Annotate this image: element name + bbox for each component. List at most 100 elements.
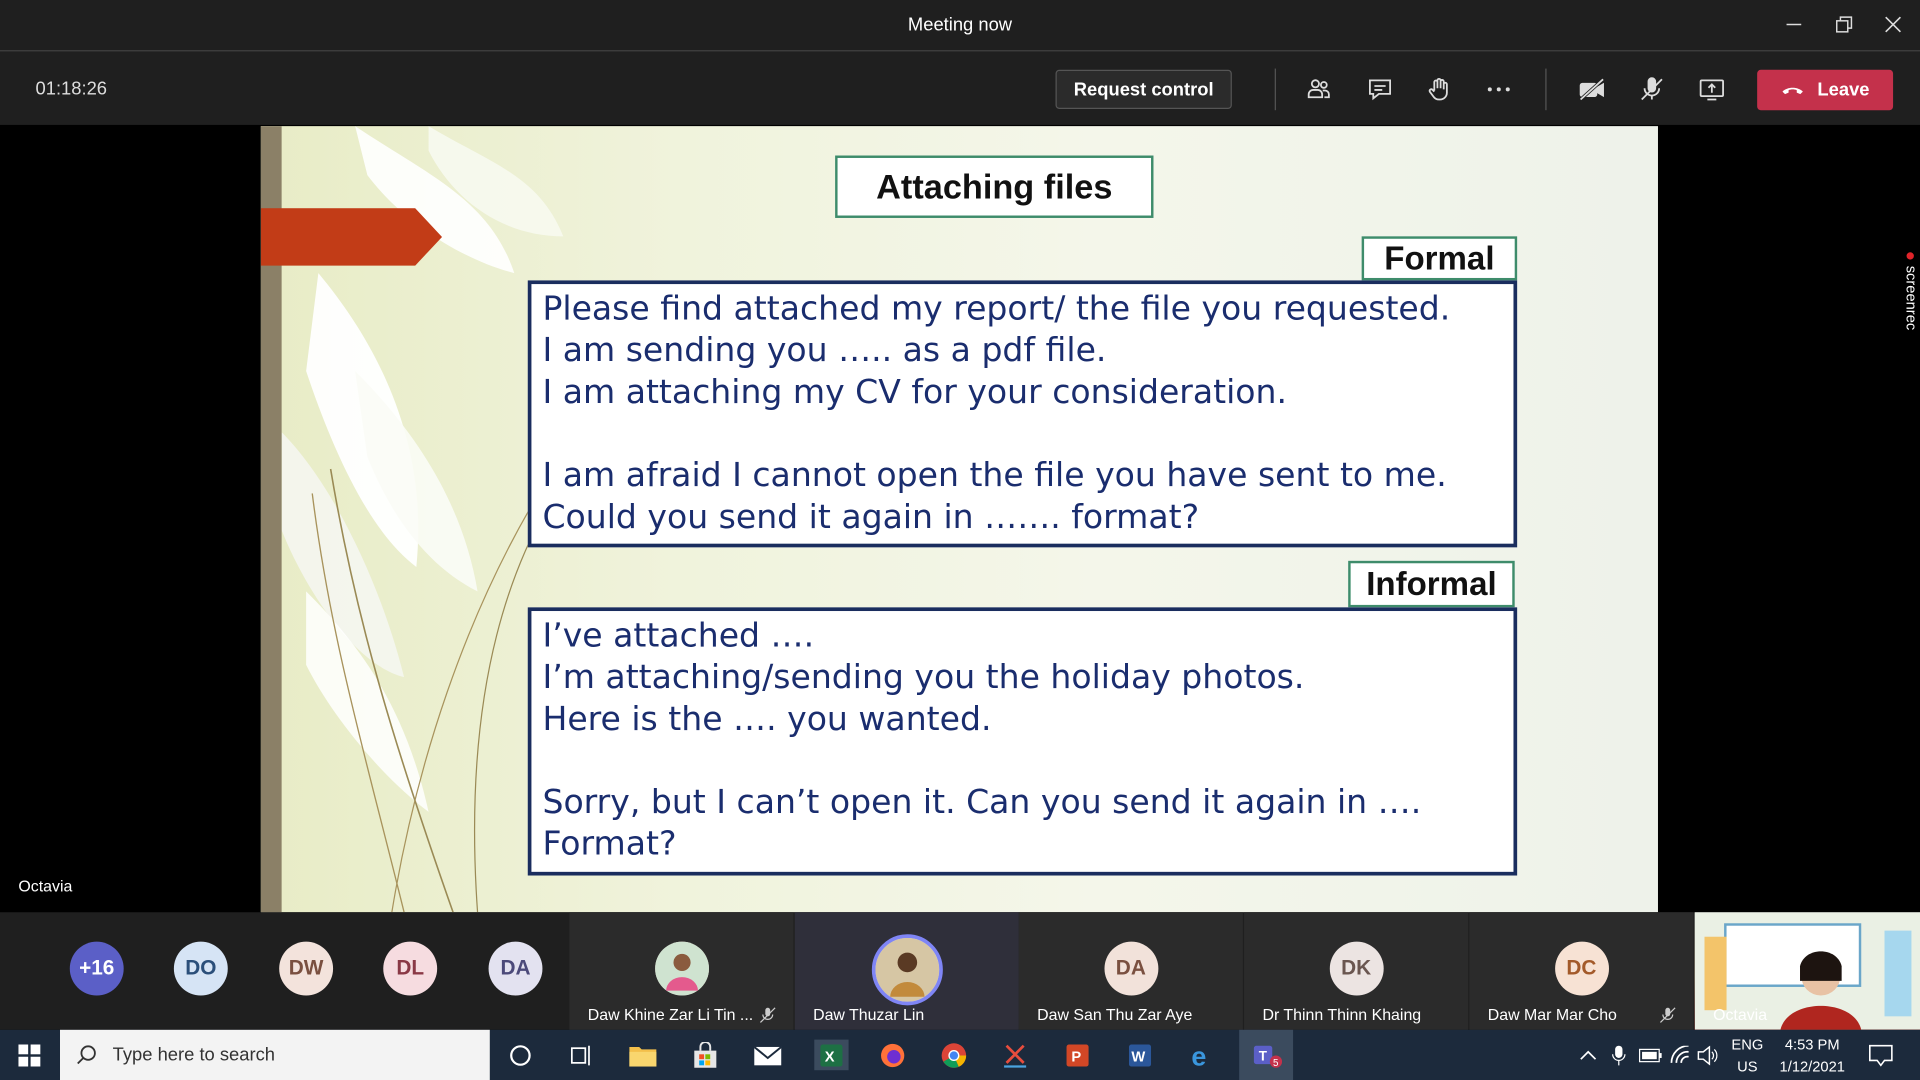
start-button[interactable] (0, 1030, 59, 1080)
svg-text:e: e (1191, 1041, 1206, 1068)
store-button[interactable] (689, 1040, 720, 1071)
screenrec-watermark: screenrec (1903, 252, 1919, 331)
mic-off-icon (1659, 1007, 1676, 1023)
share-icon (1699, 79, 1724, 101)
participant-photo (654, 941, 709, 996)
formal-line: Could you send it again in ……. format? (542, 498, 1200, 537)
svg-text:X: X (825, 1049, 835, 1065)
participant-avatar: DA (1103, 941, 1158, 996)
meeting-toolbar: 01:18:26 Request control Leave (0, 51, 1920, 125)
wifi-tray-button[interactable] (1668, 1040, 1692, 1071)
chrome-button[interactable] (938, 1040, 969, 1071)
clock-date[interactable]: 1/12/2021 (1773, 1058, 1851, 1075)
presenter-name: Octavia (18, 876, 73, 896)
share-screen-button[interactable] (1696, 73, 1728, 105)
participant-name: Daw San Thu Zar Aye (1037, 1005, 1193, 1024)
toolbar-divider (1545, 68, 1547, 111)
svg-text:5: 5 (1273, 1057, 1279, 1068)
participant-tile-speaking[interactable]: Daw Thuzar Lin (794, 912, 1019, 1030)
firefox-icon (880, 1043, 904, 1067)
participant-tile[interactable]: DC Daw Mar Mar Cho (1469, 912, 1694, 1030)
tool-app-button[interactable] (999, 1040, 1030, 1071)
leave-button[interactable]: Leave (1757, 69, 1894, 111)
region-indicator[interactable]: US (1729, 1058, 1766, 1075)
formal-label: Formal (1361, 236, 1518, 281)
participant-name: Daw Khine Zar Li Tin ... (587, 1005, 754, 1024)
participant-tile[interactable]: Daw Khine Zar Li Tin ... (569, 912, 794, 1030)
clock-time[interactable]: 4:53 PM (1773, 1036, 1851, 1053)
svg-text:W: W (1131, 1049, 1145, 1065)
svg-text:screenrec: screenrec (1903, 266, 1919, 331)
teams-icon: T5 (1253, 1045, 1283, 1068)
edge-button[interactable]: e (1185, 1040, 1216, 1071)
leave-label: Leave (1817, 79, 1870, 101)
participant-avatar[interactable]: DL (383, 941, 438, 996)
camera-toggle-button[interactable] (1576, 73, 1608, 105)
excel-button[interactable]: X (814, 1039, 849, 1071)
informal-line: I’ve attached …. (542, 617, 815, 656)
firefox-button[interactable] (877, 1040, 908, 1071)
svg-text:P: P (1071, 1049, 1081, 1065)
formal-phrases-box: Please find attached my report/ the file… (527, 280, 1518, 548)
restore-button[interactable] (1822, 7, 1866, 41)
participant-avatar: DK (1329, 941, 1384, 996)
mail-button[interactable] (752, 1040, 783, 1071)
people-icon (1307, 79, 1330, 99)
volume-tray-button[interactable] (1696, 1040, 1720, 1071)
language-indicator[interactable]: ENG (1729, 1036, 1766, 1053)
participant-name: Daw Mar Mar Cho (1487, 1005, 1617, 1024)
mic-off-icon (1641, 77, 1663, 101)
informal-line: Sorry, but I can’t open it. Can you send… (542, 783, 1422, 822)
informal-line: Format? (542, 825, 677, 864)
store-bag-icon (693, 1041, 716, 1068)
search-icon (77, 1044, 96, 1064)
powerpoint-button[interactable]: P (1062, 1040, 1093, 1071)
formal-line: Please find attached my report/ the file… (542, 290, 1451, 329)
minimize-button[interactable] (1772, 7, 1816, 41)
folder-icon (628, 1046, 656, 1066)
cortana-icon (509, 1044, 531, 1066)
action-center-button[interactable] (1865, 1040, 1896, 1071)
teams-button[interactable]: T5 (1239, 1029, 1294, 1080)
word-button[interactable]: W (1124, 1040, 1155, 1071)
cortana-button[interactable] (504, 1040, 535, 1071)
participant-avatar[interactable]: DO (173, 941, 228, 996)
participant-tile[interactable]: DA Daw San Thu Zar Aye (1018, 912, 1243, 1030)
close-button[interactable] (1871, 7, 1915, 41)
title-bar: Meeting now (0, 0, 1920, 52)
mic-toggle-button[interactable] (1636, 73, 1668, 105)
window-title: Meeting now (907, 14, 1013, 36)
chat-button[interactable] (1364, 73, 1396, 105)
person-photo-icon (654, 941, 709, 996)
informal-line: Here is the …. you wanted. (542, 700, 992, 739)
notifications-icon (1868, 1044, 1893, 1066)
mic-off-icon (759, 1007, 776, 1023)
participant-tile[interactable]: DK Dr Thinn Thinn Khaing (1244, 912, 1469, 1030)
participant-avatar[interactable]: DA (488, 941, 543, 996)
person-photo-icon (874, 937, 939, 1002)
more-participants-avatar[interactable]: +16 (69, 941, 124, 996)
hang-up-icon (1782, 87, 1804, 94)
participant-avatar: DC (1554, 941, 1609, 996)
task-view-button[interactable] (566, 1040, 597, 1071)
battery-tray-button[interactable] (1637, 1040, 1664, 1071)
file-explorer-button[interactable] (627, 1040, 658, 1071)
request-control-button[interactable]: Request control (1055, 69, 1232, 109)
svg-text:T: T (1259, 1048, 1268, 1063)
chevron-up-icon (1580, 1050, 1597, 1060)
more-actions-button[interactable] (1483, 73, 1515, 105)
hand-icon (1428, 78, 1448, 101)
microphone-tray-button[interactable] (1607, 1040, 1631, 1071)
self-video-preview[interactable]: Octavia (1694, 912, 1920, 1030)
microphone-icon (1612, 1045, 1626, 1065)
participant-avatar[interactable]: DW (279, 941, 334, 996)
shared-slide: Attaching files Formal Please find attac… (260, 126, 1658, 913)
formal-line: I am afraid I cannot open the file you h… (542, 456, 1447, 495)
raise-hand-button[interactable] (1423, 73, 1455, 105)
participants-button[interactable] (1303, 73, 1335, 105)
scissors-icon (1003, 1044, 1026, 1068)
excel-icon: X (820, 1043, 843, 1066)
participant-photo (871, 934, 943, 1006)
show-hidden-icons-button[interactable] (1576, 1040, 1600, 1071)
taskbar-search-box[interactable]: Type here to search (60, 1029, 490, 1080)
